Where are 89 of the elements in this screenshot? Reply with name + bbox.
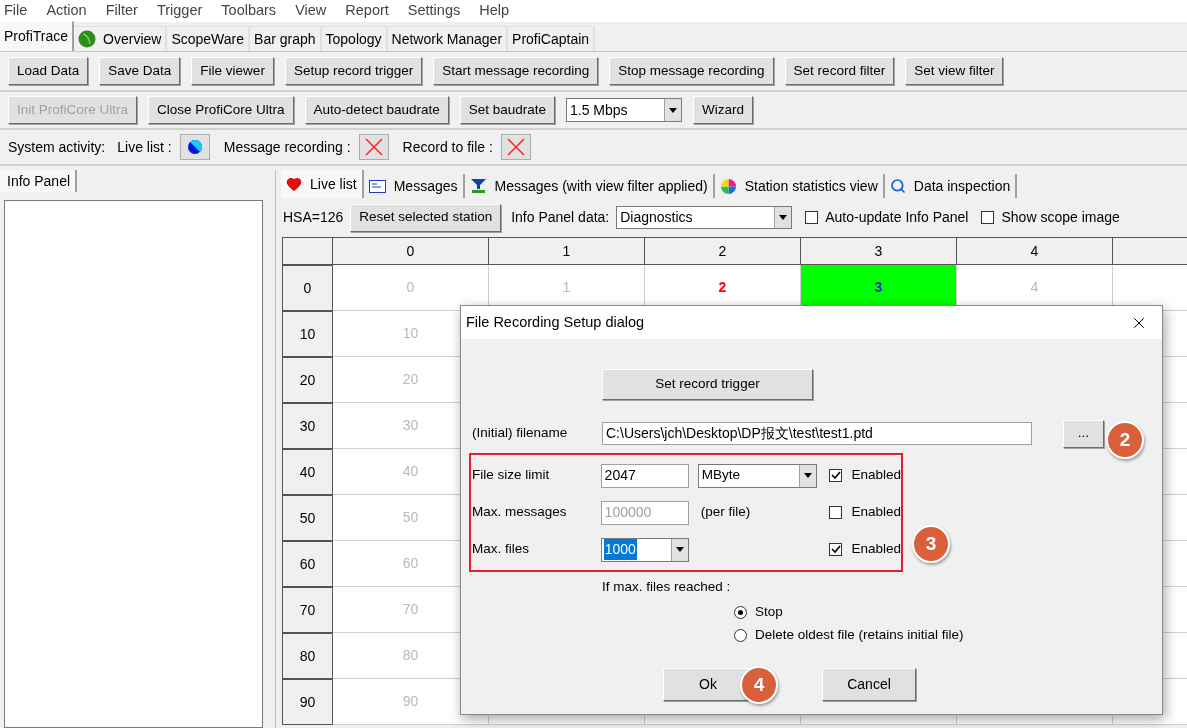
- activity-item-label: Live list :: [117, 137, 172, 157]
- column-header: 2: [645, 237, 801, 265]
- heart-icon: [286, 176, 302, 192]
- menu-item[interactable]: File: [4, 0, 28, 22]
- row-header: 30: [282, 403, 333, 449]
- unit-label: (per file): [700, 503, 752, 522]
- enabled-checkbox[interactable]: [829, 543, 843, 556]
- radio-button[interactable]: [734, 628, 747, 642]
- column-header: 4: [957, 237, 1113, 265]
- limit-value-field[interactable]: 2047: [600, 463, 689, 488]
- header-corner: [282, 237, 333, 265]
- set-record-trigger-button[interactable]: Set record trigger: [602, 369, 813, 400]
- row-header: 50: [282, 495, 333, 541]
- callout-number-badge: 3: [912, 525, 950, 563]
- app-tab[interactable]: Overview: [74, 26, 168, 51]
- toolbar-button[interactable]: Auto-detect baudrate: [304, 96, 449, 124]
- radio-label: Stop: [755, 603, 783, 622]
- row-header: 70: [282, 587, 333, 633]
- toolbar-button[interactable]: Close ProfiCore Ultra: [148, 96, 294, 124]
- toolbar-button[interactable]: Save Data: [99, 57, 181, 85]
- checkbox[interactable]: [805, 211, 819, 224]
- app-tab[interactable]: Topology: [321, 26, 388, 51]
- app-tab[interactable]: Bar graph: [250, 26, 322, 51]
- max-files-combo[interactable]: 1000: [600, 537, 689, 562]
- app-tab[interactable]: ScopeWare: [167, 26, 251, 51]
- activity-item-label: Message recording :: [223, 137, 351, 157]
- menu-item[interactable]: Settings: [407, 0, 461, 22]
- cancel-button[interactable]: Cancel: [822, 668, 916, 702]
- toolbar-button[interactable]: Wizard: [693, 96, 753, 124]
- column-header: 3: [801, 237, 957, 265]
- menu-item[interactable]: Filter: [105, 0, 138, 22]
- info-data-select[interactable]: Diagnostics: [616, 206, 793, 229]
- browse-button[interactable]: ...: [1063, 419, 1104, 448]
- column-header: 1: [489, 237, 645, 265]
- unit-select[interactable]: MByte: [697, 463, 818, 488]
- row-header: 20: [282, 357, 333, 403]
- info-data-label: Info Panel data:: [511, 208, 610, 227]
- toolbar-button[interactable]: File viewer: [191, 57, 274, 85]
- reached-label: If max. files reached :: [602, 578, 732, 596]
- toolbar-button[interactable]: Start message recording: [433, 57, 599, 85]
- row-header: 10: [282, 311, 333, 357]
- callout-number-badge: 2: [1106, 421, 1144, 459]
- toolbar-button[interactable]: Load Data: [8, 57, 89, 85]
- checkbox-label: Auto-update Info Panel: [825, 208, 969, 227]
- app-tab[interactable]: ProfiTrace: [0, 21, 75, 51]
- checkbox-label: Show scope image: [1001, 208, 1120, 227]
- checkbox[interactable]: [981, 211, 995, 224]
- menu-item[interactable]: View: [295, 0, 327, 22]
- menu-item[interactable]: Report: [345, 0, 389, 22]
- callout-number-badge: 4: [740, 666, 778, 704]
- column-header: 0: [333, 237, 489, 265]
- activity-item-label: Record to file :: [402, 137, 493, 157]
- filter-list-icon: [469, 178, 487, 194]
- app-tab[interactable]: ProfiCaptain: [508, 26, 596, 51]
- menu-item[interactable]: Action: [46, 0, 87, 22]
- view-tab[interactable]: Live list: [281, 170, 364, 198]
- radio-label: Delete oldest file (retains initial file): [755, 626, 964, 645]
- activity-indicator: [179, 134, 210, 160]
- app-tab[interactable]: Network Manager: [387, 26, 509, 51]
- toolbar-button[interactable]: Set record filter: [784, 57, 895, 85]
- enabled-label: Enabled: [851, 540, 901, 559]
- stopped-indicator: [358, 134, 389, 160]
- color-wheel-icon: [719, 177, 737, 195]
- row-header: 90: [282, 679, 333, 725]
- radio-button[interactable]: [734, 605, 747, 619]
- stopped-indicator: [500, 134, 531, 160]
- toolbar-button[interactable]: Stop message recording: [609, 57, 774, 85]
- hsa-label: HSA=126: [283, 208, 344, 227]
- filename-field[interactable]: C:\Users\jch\Desktop\DP报文\test\test1.ptd: [602, 422, 1032, 445]
- row-header: 0: [282, 265, 333, 311]
- row-header: 80: [282, 633, 333, 679]
- menu-item[interactable]: Trigger: [156, 0, 203, 22]
- message-list-icon: [368, 179, 386, 193]
- baudrate-select[interactable]: 1.5 Mbps: [566, 98, 682, 122]
- row-header: 60: [282, 541, 333, 587]
- toolbar-button[interactable]: Set baudrate: [459, 96, 555, 124]
- enabled-label: Enabled: [851, 503, 901, 522]
- reset-station-button[interactable]: Reset selected station: [350, 203, 502, 232]
- enabled-checkbox[interactable]: [829, 469, 843, 482]
- enabled-label: Enabled: [851, 466, 901, 485]
- row-header: 40: [282, 449, 333, 495]
- activity-label: System activity:: [8, 137, 106, 157]
- toolbar-button[interactable]: Set view filter: [905, 57, 1004, 85]
- menu-item[interactable]: Toolbars: [221, 0, 277, 22]
- toolbar-button[interactable]: Setup record trigger: [284, 57, 423, 85]
- info-panel-tab[interactable]: Info Panel: [0, 170, 77, 192]
- globe-icon: [78, 30, 97, 48]
- search-icon: [889, 178, 906, 194]
- menu-item[interactable]: Help: [479, 0, 510, 22]
